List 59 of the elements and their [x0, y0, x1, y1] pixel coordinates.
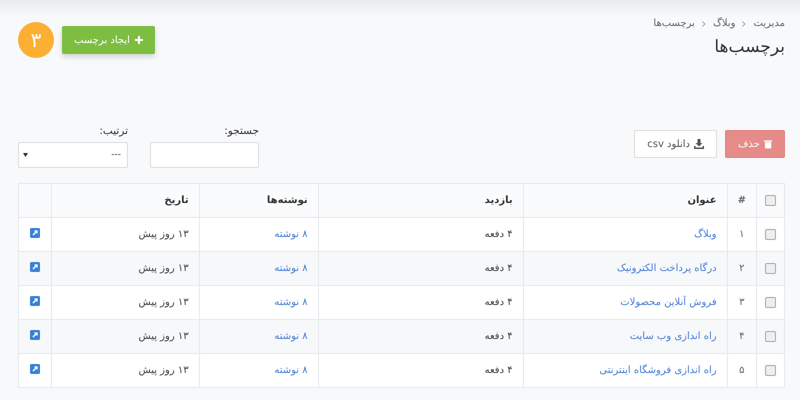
download-icon — [694, 139, 704, 149]
tag-title-link[interactable]: راه اندازی وب سایت — [630, 331, 717, 342]
caret-icon — [23, 153, 28, 157]
posts-link[interactable]: ۸ نوشته — [274, 365, 308, 376]
breadcrumb-link[interactable]: وبلاگ — [712, 18, 736, 29]
date-text: ۱۳ روز پیش — [138, 331, 189, 342]
chevron-icon — [742, 20, 746, 26]
visits-count: ۴ دفعه — [484, 263, 513, 274]
posts-link[interactable]: ۸ نوشته — [274, 229, 308, 240]
breadcrumb-link[interactable]: برچسب‌ها — [653, 18, 695, 29]
sort-label: ترتیب: — [98, 125, 128, 137]
row-number: ۲ — [739, 263, 744, 274]
tag-title-link[interactable]: درگاه پرداخت الکترونیک — [616, 263, 717, 274]
tag-title-link[interactable]: راه اندازی فروشگاه اینترنتی — [599, 365, 717, 376]
column-header: نوشته‌ها — [266, 195, 308, 206]
date-text: ۱۳ روز پیش — [138, 365, 189, 376]
edit-icon[interactable] — [30, 330, 40, 340]
posts-link[interactable]: ۸ نوشته — [274, 263, 308, 274]
row-checkbox[interactable] — [765, 364, 776, 376]
row-checkbox[interactable] — [765, 296, 776, 308]
tag-title-link[interactable]: وبلاگ — [694, 229, 717, 240]
delete-button[interactable]: حذف — [725, 130, 785, 158]
sort-dropdown[interactable]: --- — [18, 142, 128, 168]
date-text: ۱۳ روز پیش — [138, 229, 189, 240]
row-number: ۳ — [739, 297, 744, 308]
download-csv-button[interactable]: دانلود csv — [634, 130, 717, 158]
column-header: عنوان — [687, 195, 717, 206]
chevron-icon — [702, 20, 706, 26]
create-tag-button[interactable]: ایجاد برچسب — [62, 26, 155, 54]
visits-count: ۴ دفعه — [484, 331, 513, 342]
search-label: جستجو: — [223, 125, 259, 137]
date-text: ۱۳ روز پیش — [138, 297, 189, 308]
column-header: # — [738, 195, 746, 206]
plus-icon — [134, 36, 143, 44]
posts-link[interactable]: ۸ نوشته — [274, 297, 308, 308]
column-header: تاریخ — [164, 195, 189, 206]
row-number: ۱ — [739, 229, 744, 240]
visits-count: ۴ دفعه — [484, 229, 513, 240]
tag-title-link[interactable]: فروش آنلاین محصولات — [620, 297, 717, 308]
date-text: ۱۳ روز پیش — [138, 263, 189, 274]
select-all-checkbox[interactable] — [765, 194, 776, 206]
page-title: برچسب‌ها — [713, 37, 785, 57]
edit-icon[interactable] — [30, 262, 40, 272]
edit-icon[interactable] — [30, 228, 40, 238]
visits-count: ۴ دفعه — [484, 365, 513, 376]
row-checkbox[interactable] — [765, 228, 776, 240]
visits-count: ۴ دفعه — [484, 297, 513, 308]
breadcrumb-link[interactable]: مدیریت — [753, 18, 785, 29]
row-number: ۵ — [739, 365, 744, 376]
edit-icon[interactable] — [30, 364, 40, 374]
row-number: ۴ — [739, 331, 744, 342]
search-field[interactable] — [150, 142, 259, 168]
column-header: بازدید — [484, 195, 513, 206]
posts-link[interactable]: ۸ نوشته — [274, 331, 308, 342]
edit-icon[interactable] — [30, 296, 40, 306]
row-checkbox[interactable] — [765, 330, 776, 342]
trash-icon — [764, 139, 772, 149]
row-checkbox[interactable] — [765, 262, 776, 274]
step-badge: ۳ — [18, 22, 54, 58]
